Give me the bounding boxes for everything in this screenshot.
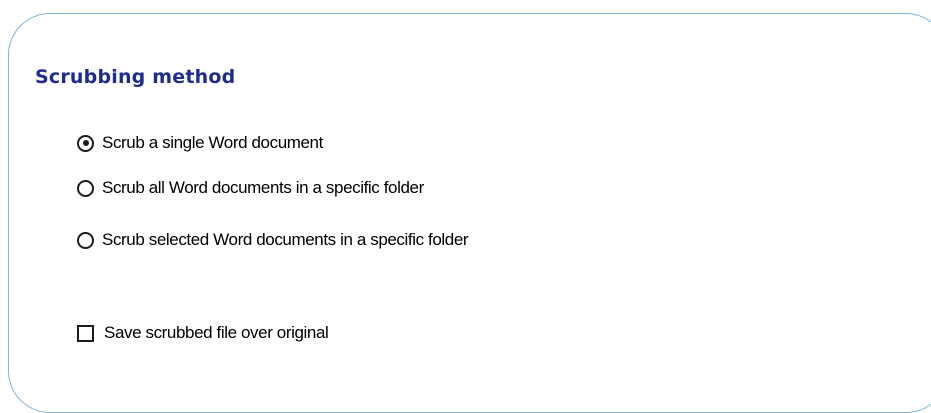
radio-option-label: Scrub all Word documents in a specific f…: [102, 178, 424, 197]
radio-selected-dot: [82, 140, 89, 146]
radio-option-label: Scrub selected Word documents in a speci…: [102, 230, 469, 249]
radio-option-all-in-folder[interactable]: Scrub all Word documents in a specific f…: [77, 176, 424, 200]
radio-button[interactable]: [77, 179, 94, 197]
section-title: Scrubbing method: [35, 66, 236, 88]
radio-option-label: Scrub a single Word document: [102, 133, 323, 152]
radio-button[interactable]: [77, 134, 94, 152]
radio-option-single-document[interactable]: Scrub a single Word document: [77, 131, 323, 155]
checkbox-label: Save scrubbed file over original: [104, 323, 329, 342]
radio-option-selected-in-folder[interactable]: Scrub selected Word documents in a speci…: [77, 228, 469, 252]
save-over-original-checkbox[interactable]: [77, 324, 94, 342]
radio-button[interactable]: [77, 231, 94, 249]
save-over-original-checkbox-row[interactable]: Save scrubbed file over original: [77, 321, 329, 345]
